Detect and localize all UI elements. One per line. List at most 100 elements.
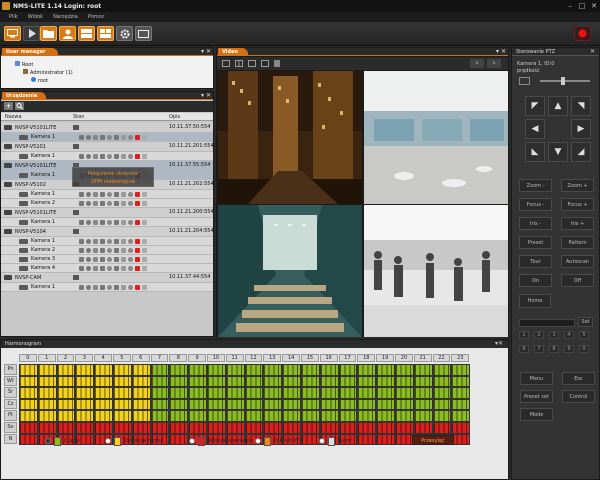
record-status-icon[interactable]	[135, 285, 140, 290]
camera-action-icon[interactable]	[93, 135, 98, 140]
schedule-close-icon[interactable]: ▾✕	[495, 340, 503, 347]
camera-action-icon[interactable]	[128, 135, 133, 140]
camera-action-icon[interactable]	[86, 248, 91, 253]
camera-action-icon[interactable]	[142, 192, 147, 197]
schedule-cell[interactable]	[319, 398, 339, 411]
schedule-cell[interactable]	[376, 375, 395, 388]
numpad-5-button[interactable]: 5	[579, 331, 589, 339]
schedule-cell[interactable]	[225, 375, 245, 388]
camera-action-icon[interactable]	[121, 201, 126, 206]
schedule-cell[interactable]	[395, 375, 414, 388]
tree-root[interactable]: Root	[15, 61, 33, 68]
camera-action-icon[interactable]	[107, 201, 112, 206]
schedule-cell[interactable]	[301, 364, 320, 376]
schedule-cell[interactable]	[131, 422, 151, 434]
camera-action-icon[interactable]	[128, 285, 133, 290]
schedule-cell[interactable]	[413, 364, 433, 376]
ptz-focus-button[interactable]: Focus +	[561, 198, 594, 211]
numpad-0-button[interactable]: 0	[579, 345, 589, 353]
schedule-cell[interactable]	[282, 410, 301, 422]
schedule-cell[interactable]	[94, 387, 113, 399]
schedule-cell[interactable]	[19, 387, 38, 399]
ptz-speed-slider-knob[interactable]	[561, 77, 565, 85]
schedule-cell[interactable]	[244, 375, 264, 388]
schedule-cell[interactable]	[113, 422, 132, 434]
schedule-cell[interactable]	[37, 398, 57, 411]
camera-action-icon[interactable]	[114, 285, 119, 290]
camera-action-icon[interactable]	[142, 239, 147, 244]
ptz-control-button[interactable]: Control	[562, 390, 595, 403]
schedule-cell[interactable]	[432, 387, 452, 399]
legend-item[interactable]: Pusty	[319, 436, 352, 446]
camera-action-icon[interactable]	[86, 285, 91, 290]
schedule-cell[interactable]	[413, 387, 433, 399]
camera-action-icon[interactable]	[121, 192, 126, 197]
ptz-preset-set-button[interactable]: Preset set	[520, 390, 553, 403]
schedule-cell[interactable]	[357, 375, 377, 388]
record-status-icon[interactable]	[135, 220, 140, 225]
camera-row[interactable]: Kamera 2	[1, 246, 213, 255]
camera-action-icon[interactable]	[79, 135, 84, 140]
layout-icon[interactable]	[97, 26, 114, 41]
camera-row[interactable]: Kamera 1	[1, 237, 213, 246]
ptz-focus-button[interactable]: Focus -	[519, 198, 552, 211]
schedule-cell[interactable]	[263, 387, 283, 399]
camera-action-icon[interactable]	[142, 257, 147, 262]
ptz-pattern-button[interactable]: Pattern	[561, 236, 594, 249]
camera-action-icon[interactable]	[107, 220, 112, 225]
ptz-mode-button[interactable]: Mode	[520, 408, 553, 421]
prev-page-button[interactable]: ‹	[470, 59, 484, 68]
camera-action-icon[interactable]	[121, 248, 126, 253]
schedule-cell[interactable]	[338, 398, 358, 411]
schedule-cell[interactable]	[113, 410, 132, 422]
schedule-cell[interactable]	[338, 387, 358, 399]
schedule-cell[interactable]	[244, 364, 264, 376]
schedule-cell[interactable]	[207, 398, 226, 411]
camera-action-icon[interactable]	[86, 135, 91, 140]
schedule-cell[interactable]	[282, 398, 301, 411]
schedule-cell[interactable]	[207, 410, 226, 422]
schedule-cell[interactable]	[169, 433, 189, 446]
maximize-button[interactable]: □	[576, 0, 588, 12]
numpad-3-button[interactable]: 3	[549, 331, 559, 339]
schedule-cell[interactable]	[451, 433, 471, 446]
schedule-cell[interactable]	[451, 375, 471, 388]
record-status-icon[interactable]	[135, 239, 140, 244]
camera-action-icon[interactable]	[114, 257, 119, 262]
video-tile-3[interactable]	[218, 205, 362, 337]
schedule-cell[interactable]	[56, 422, 76, 434]
schedule-cell[interactable]	[376, 422, 395, 434]
add-device-button[interactable]: +	[4, 102, 13, 110]
schedule-cell[interactable]	[169, 422, 189, 434]
schedule-cell[interactable]	[301, 398, 320, 411]
camera-action-icon[interactable]	[100, 266, 105, 271]
schedule-cell[interactable]	[188, 422, 207, 434]
layout-3x3-icon[interactable]	[248, 60, 256, 67]
camera-row[interactable]: Kamera 3	[1, 255, 213, 264]
schedule-cell[interactable]	[169, 387, 189, 399]
schedule-cell[interactable]	[338, 375, 358, 388]
close-devices-icon[interactable]: ▾ ✕	[201, 92, 211, 99]
menu-help[interactable]: Pomoc	[83, 12, 110, 22]
schedule-cell[interactable]	[150, 410, 170, 422]
schedule-cell[interactable]	[376, 433, 395, 446]
schedule-cell[interactable]	[301, 387, 320, 399]
numpad-1-button[interactable]: 1	[519, 331, 529, 339]
schedule-cell[interactable]	[451, 422, 471, 434]
schedule-cell[interactable]	[75, 398, 95, 411]
camera-action-icon[interactable]	[142, 154, 147, 159]
camera-action-icon[interactable]	[86, 239, 91, 244]
schedule-cell[interactable]	[263, 375, 283, 388]
schedule-cell[interactable]	[37, 422, 57, 434]
schedule-cell[interactable]	[75, 387, 95, 399]
user-icon[interactable]	[59, 26, 76, 41]
menu-view[interactable]: Widok	[23, 12, 48, 22]
layout-2x2-icon[interactable]	[235, 60, 243, 67]
schedule-cell[interactable]	[150, 375, 170, 388]
schedule-cell[interactable]	[113, 387, 132, 399]
schedule-cell[interactable]	[319, 410, 339, 422]
camera-action-icon[interactable]	[93, 239, 98, 244]
camera-action-icon[interactable]	[79, 266, 84, 271]
schedule-cell[interactable]	[207, 364, 226, 376]
schedule-cell[interactable]	[75, 375, 95, 388]
